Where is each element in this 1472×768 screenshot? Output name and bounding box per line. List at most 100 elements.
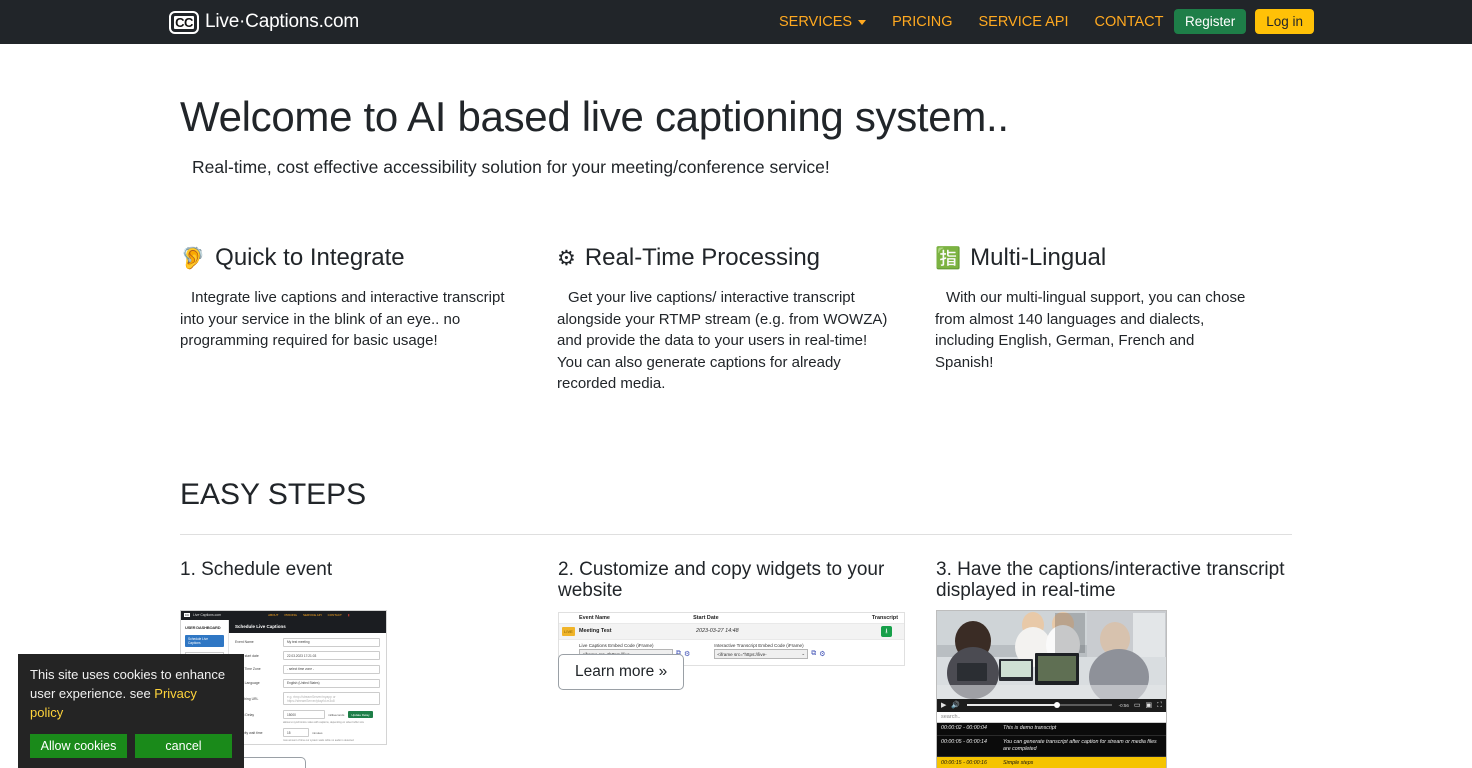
transcript-search-input[interactable]: search..: [937, 712, 1166, 723]
page-subtitle: Real-time, cost effective accessibility …: [192, 157, 1292, 178]
mock-navbar: CC Live·Captions.com ABOUT PRICING SERVI…: [181, 611, 386, 620]
mock-embed-value: <iframe src="https://live-: [717, 652, 766, 657]
captions-icon[interactable]: ▭: [1134, 702, 1141, 709]
seek-handle[interactable]: [1054, 702, 1060, 708]
mock-embed-interactive-transcript: Interactive Transcript Embed Code (iFram…: [714, 643, 825, 660]
chevron-down-icon: ⌄: [801, 651, 805, 657]
nav-item-service-api[interactable]: SERVICE API: [966, 14, 1082, 30]
mock-field-language: Event Language English (United States): [235, 679, 380, 688]
cookie-message: This site uses cookies to enhance user e…: [30, 665, 232, 722]
mock-nav: ABOUT PRICING SERVICE API CONTACT ▮: [268, 613, 349, 617]
gears-icon: ⚙: [557, 248, 576, 269]
step-1-title: 1. Schedule event: [180, 559, 515, 601]
picture-in-picture-icon[interactable]: ▣: [1145, 702, 1152, 709]
video-controls: ▶ 🔊 -0:56 ▭ ▣ ⛶: [937, 699, 1166, 712]
nav-item-contact[interactable]: CONTACT: [1082, 14, 1177, 30]
features-row: 🦻 Quick to Integrate Integrate live capt…: [180, 244, 1292, 395]
feature-quick-to-integrate: 🦻 Quick to Integrate Integrate live capt…: [180, 244, 557, 395]
video-preview[interactable]: [937, 611, 1166, 699]
step-2: 2. Customize and copy widgets to your we…: [558, 559, 936, 768]
step-3: 3. Have the captions/interactive transcr…: [936, 559, 1292, 768]
brand-logo[interactable]: CC Live·Captions.com: [171, 11, 359, 33]
mock-col-start-date: Start Date: [693, 615, 839, 621]
chevron-down-icon: [858, 20, 866, 25]
mock-nav-service-api: SERVICE API: [303, 613, 322, 617]
mock-hint: max amount of time our system waits whil…: [283, 739, 380, 742]
register-button[interactable]: Register: [1174, 9, 1246, 34]
mock-field-label: Event Name: [235, 640, 283, 644]
mock-embed-input: <iframe src="https://live- ⌄: [714, 649, 808, 659]
mock-brand: Live·Captions.com: [193, 613, 221, 617]
seek-bar[interactable]: [967, 704, 1111, 706]
nav-item-pricing[interactable]: PRICING: [879, 14, 965, 30]
translate-icon: 🈯: [935, 248, 961, 269]
mock-panel: Schedule Live Captions Event Name My tes…: [228, 620, 386, 745]
mock-row-start-date: 2023-03-27 14:48: [696, 628, 846, 634]
transcript-line-active[interactable]: 00:00:15 - 00:00:16 Simple steps: [937, 757, 1166, 768]
closed-caption-icon: CC: [171, 13, 197, 32]
document-download-icon: ⭳: [881, 626, 892, 637]
feature-body: Get your live captions/ interactive tran…: [557, 287, 890, 395]
brand-name: Live·Captions.com: [205, 11, 359, 33]
step-3-title: 3. Have the captions/interactive transcr…: [936, 559, 1292, 601]
feature-body: With our multi-lingual support, you can …: [935, 287, 1247, 373]
main-container: Welcome to AI based live captioning syst…: [180, 93, 1292, 768]
mock-field-event-name: Event Name My test meeting: [235, 638, 380, 647]
mock-nav-pricing: PRICING: [284, 613, 297, 617]
play-icon[interactable]: ▶: [941, 702, 946, 709]
mock-field-value: 15000: [283, 710, 325, 719]
mock-live-badge: LIVE: [562, 627, 575, 636]
divider: [180, 534, 1292, 535]
step-2-title: 2. Customize and copy widgets to your we…: [558, 559, 893, 601]
seek-progress: [967, 704, 1057, 706]
mock-form: Event Name My test meeting Event start d…: [229, 633, 386, 745]
step-2-learn-more-button[interactable]: Learn more »: [558, 654, 684, 690]
login-button[interactable]: Log in: [1255, 9, 1314, 34]
mock-field-value: 22.03.2023 17:21:03: [283, 651, 380, 660]
transcript-text: You can generate transcript after captio…: [1003, 739, 1162, 754]
mock-field-placeholder: e.g. rtmp://streamServer/myapp or https:…: [283, 692, 380, 705]
mock-nav-contact: CONTACT: [328, 613, 342, 617]
feature-heading: 🈯 Multi-Lingual: [935, 244, 1247, 272]
nav-links: SERVICES PRICING SERVICE API CONTACT: [766, 0, 1177, 44]
mock-field-time-zone: Event Time Zone - select time zone -: [235, 665, 380, 674]
cookie-buttons: Allow cookies cancel: [30, 734, 232, 758]
mock-field-value: My test meeting: [283, 638, 380, 647]
volume-icon[interactable]: 🔊: [951, 702, 960, 709]
mock-table-row: LIVE Meeting Test 2023-03-27 14:48 ⭳: [559, 624, 904, 640]
mock-field-inactivity: Inactivity wait time 15 minutes: [235, 728, 380, 737]
top-navbar: CC Live·Captions.com SERVICES PRICING SE…: [0, 0, 1472, 44]
transcript-line[interactable]: 00:00:05 - 00:00:14 You can generate tra…: [937, 736, 1166, 757]
transcript-timestamp: 00:00:02 - 00:00:04: [941, 725, 1003, 733]
mock-schedule-button: Schedule Live Captions: [185, 635, 224, 647]
mock-embed-row: <iframe src="https://live- ⌄ ⧉ ⚙: [714, 649, 825, 659]
allow-cookies-button[interactable]: Allow cookies: [30, 734, 127, 758]
settings-sliders-icon: ⚙: [819, 650, 825, 658]
page-title: Welcome to AI based live captioning syst…: [180, 93, 1292, 141]
mock-transcript-cell: ⭳: [846, 626, 892, 637]
step-3-screenshot: ▶ 🔊 -0:56 ▭ ▣ ⛶ search.. 00:00:02 - 00:0…: [936, 610, 1167, 768]
nav-auth-buttons: Register Log in: [1174, 9, 1314, 34]
mock-nav-about: ABOUT: [268, 613, 278, 617]
mock-embed-label: Interactive Transcript Embed Code (iFram…: [714, 643, 825, 648]
time-remaining: -0:56: [1119, 703, 1129, 708]
mock-field-unit: milliseconds: [328, 713, 344, 717]
mock-field-value: - select time zone -: [283, 665, 380, 674]
feature-title: Multi-Lingual: [970, 244, 1106, 272]
nav-item-services[interactable]: SERVICES: [766, 14, 879, 30]
feature-body: Integrate live captions and interactive …: [180, 287, 512, 352]
mock-field-target-delay: Target Delay 15000 milliseconds Update D…: [235, 710, 380, 719]
copy-icon: ⧉: [811, 650, 816, 658]
steps-row: 1. Schedule event CC Live·Captions.com A…: [180, 559, 1292, 768]
transcript-text: This is demo transcript: [1003, 725, 1162, 733]
mock-col-event-name: Event Name: [579, 615, 693, 621]
feature-heading: 🦻 Quick to Integrate: [180, 244, 512, 272]
mock-col-transcript: Transcript: [839, 615, 898, 621]
fullscreen-icon[interactable]: ⛶: [1157, 702, 1162, 709]
mock-hint: allows to synchronize video with caption…: [283, 721, 380, 724]
transcript-line[interactable]: 00:00:02 - 00:00:04 This is demo transcr…: [937, 723, 1166, 737]
feature-heading: ⚙ Real-Time Processing: [557, 244, 890, 272]
closed-caption-icon: CC: [184, 613, 190, 618]
mock-panel-title: Schedule Live Captions: [229, 620, 386, 633]
cancel-cookies-button[interactable]: cancel: [135, 734, 232, 758]
